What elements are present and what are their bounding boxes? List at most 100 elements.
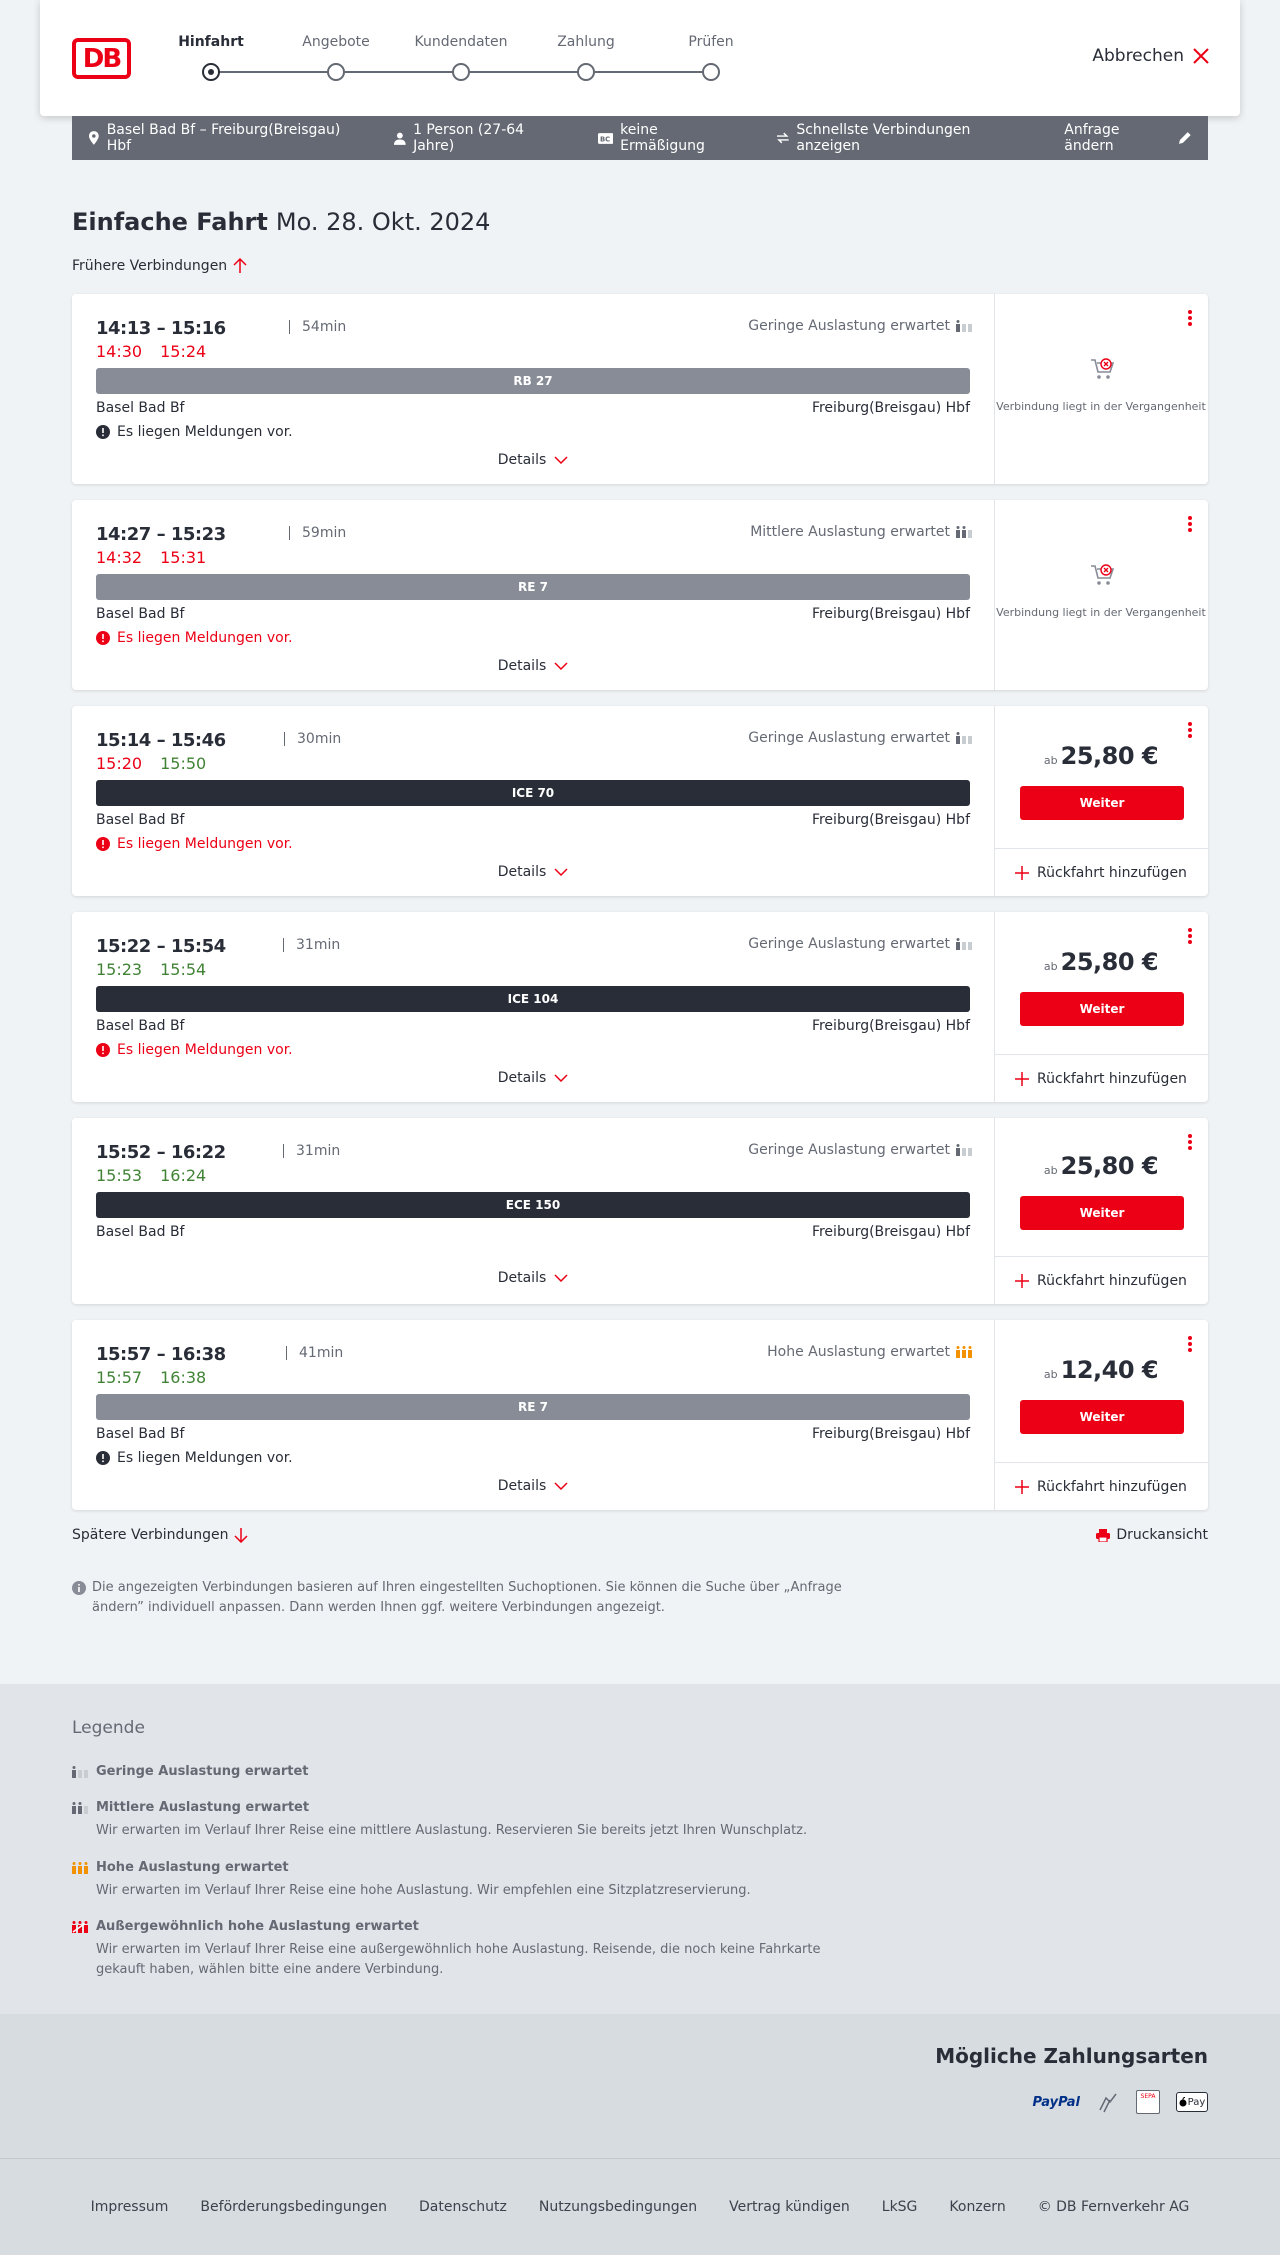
occupancy-high-icon [956,1346,972,1358]
details-toggle[interactable]: Details [72,1270,994,1286]
more-options-icon[interactable] [1188,722,1192,738]
plus-icon [1015,865,1030,880]
earlier-label: Frühere Verbindungen [72,258,228,274]
notice[interactable]: Es liegen Meldungen vor. [96,1042,293,1058]
connection-duration: 31min [283,1144,340,1158]
details-toggle[interactable]: Details [72,864,994,880]
more-options-icon[interactable] [1188,1336,1192,1352]
more-options-icon[interactable] [1188,928,1192,944]
bahncard-icon: BC [597,132,614,144]
realtime-departure: 15:57 [96,1368,143,1387]
footer-link-vertrag-kuendigen[interactable]: Vertrag kündigen [729,2199,850,2215]
cancel-button[interactable]: Abbrechen [1092,46,1210,66]
arrival-station: Freiburg(Breisgau) Hbf [811,606,970,622]
details-label: Details [497,658,547,674]
more-options-icon[interactable] [1188,1134,1192,1150]
footer: Impressum Beförderungsbedingungen Datens… [0,2158,1280,2255]
details-label: Details [497,1070,547,1086]
earlier-connections-link[interactable]: Frühere Verbindungen [72,258,247,274]
pencil-icon [1179,132,1192,144]
step-dot [327,63,345,81]
apple-icon [1179,2097,1187,2107]
payment-section: Mögliche Zahlungsarten PayPal SEPA Pay [0,2014,1280,2158]
notice[interactable]: Es liegen Meldungen vor. [96,836,293,852]
occupancy-label: Geringe Auslastung erwartet [748,1142,950,1158]
more-options-icon[interactable] [1188,310,1192,326]
step-kundendaten: Kundendaten [414,34,508,50]
train-line[interactable]: ECE 150 [96,1192,970,1218]
apple-pay-logo: Pay [1176,2092,1208,2112]
fastest-connections-toggle[interactable]: Schnellste Verbindungen anzeigen [776,122,1033,154]
train-line[interactable]: RE 7 [96,574,970,600]
details-toggle[interactable]: Details [72,452,994,468]
train-line[interactable]: ICE 70 [96,780,970,806]
footer-link-konzern[interactable]: Konzern [949,2199,1005,2215]
notice-text: Es liegen Meldungen vor. [117,630,293,646]
arrival-station: Freiburg(Breisgau) Hbf [811,812,970,828]
trip-type: Einfache Fahrt [72,208,268,236]
search-info-note: Die angezeigten Verbindungen basieren au… [72,1578,852,1618]
occupancy-medium-icon [72,1801,88,1814]
add-return-button[interactable]: Rückfahrt hinzufügen [994,1054,1208,1102]
occupancy-label: Hohe Auslastung erwartet [767,1344,950,1360]
realtime-arrival: 15:24 [160,342,207,361]
departure-station: Basel Bad Bf [96,812,185,828]
details-toggle[interactable]: Details [72,658,994,674]
train-line[interactable]: RE 7 [96,1394,970,1420]
realtime: 15:53 16:24 [96,1166,224,1185]
change-request-label: Anfrage ändern [1064,122,1120,154]
train-line[interactable]: ICE 104 [96,986,970,1012]
footer-link-nutzung[interactable]: Nutzungsbedingungen [539,2199,697,2215]
continue-button[interactable]: Weiter [1020,786,1184,820]
footer-link-befoerderung[interactable]: Beförderungsbedingungen [200,2199,387,2215]
step-dot [702,63,720,81]
continue-button[interactable]: Weiter [1020,992,1184,1026]
payment-title: Mögliche Zahlungsarten [935,2044,1208,2068]
occupancy-high-icon [72,1861,88,1874]
departure-station: Basel Bad Bf [96,1224,185,1240]
connection-time: 15:22 – 15:54 [96,936,226,957]
notice[interactable]: Es liegen Meldungen vor. [96,424,293,440]
footer-link-impressum[interactable]: Impressum [91,2199,169,2215]
later-connections-link[interactable]: Spätere Verbindungen [72,1527,249,1543]
change-request-button[interactable]: Anfrage ändern [1064,122,1192,154]
add-return-button[interactable]: Rückfahrt hinzufügen [994,848,1208,896]
add-return-button[interactable]: Rückfahrt hinzufügen [994,1256,1208,1304]
price-value: 25,80 € [1060,948,1159,976]
footer-link-lksg[interactable]: LkSG [882,2199,918,2215]
occupancy-low-icon [956,732,972,744]
train-line[interactable]: RB 27 [96,368,970,394]
discount-item: BC keine Ermäßigung [597,122,744,154]
continue-button[interactable]: Weiter [1020,1400,1184,1434]
more-options-icon[interactable] [1188,516,1192,532]
plus-icon [1015,1479,1030,1494]
alert-icon [96,1043,110,1057]
details-label: Details [497,864,547,880]
add-return-button[interactable]: Rückfahrt hinzufügen [994,1462,1208,1510]
notice-text: Es liegen Meldungen vor. [117,1450,293,1466]
connection-duration: 30min [284,732,341,746]
arrival-station: Freiburg(Breisgau) Hbf [811,1018,970,1034]
notice[interactable]: Es liegen Meldungen vor. [96,1450,293,1466]
print-view-link[interactable]: Druckansicht [1096,1527,1208,1543]
details-toggle[interactable]: Details [72,1070,994,1086]
add-return-label: Rückfahrt hinzufügen [1037,1070,1187,1087]
cancel-label: Abbrechen [1092,46,1184,66]
notice[interactable]: Es liegen Meldungen vor. [96,630,293,646]
details-toggle[interactable]: Details [72,1478,994,1494]
legend-item: Hohe Auslastung erwartet Wir erwarten im… [72,1860,872,1901]
add-return-label: Rückfahrt hinzufügen [1037,1272,1187,1289]
notice-text: Es liegen Meldungen vor. [117,836,293,852]
realtime-departure: 15:53 [96,1166,143,1185]
db-logo[interactable]: DB [72,38,131,79]
continue-button[interactable]: Weiter [1020,1196,1184,1230]
price-value: 25,80 € [1060,1152,1159,1180]
occupancy: Mittlere Auslastung erwartet [750,524,972,540]
past-connection-note: Verbindung liegt in der Vergangenheit [996,606,1206,619]
occupancy: Geringe Auslastung erwartet [748,936,972,952]
swap-arrows-icon [776,132,789,144]
info-icon [72,1581,86,1595]
connection-duration: 59min [289,526,346,540]
footer-link-datenschutz[interactable]: Datenschutz [419,2199,507,2215]
chevron-down-icon [554,868,568,876]
